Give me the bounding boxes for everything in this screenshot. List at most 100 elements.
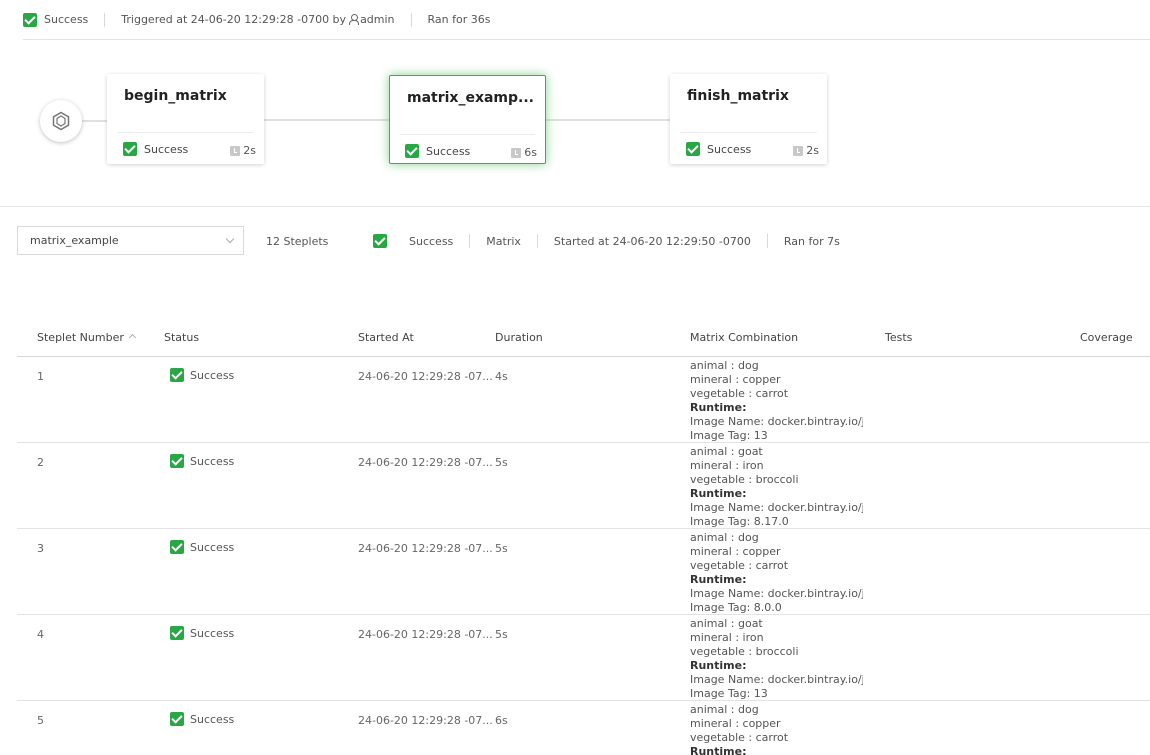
matrix-combination-line: Runtime: bbox=[690, 745, 747, 755]
separator bbox=[766, 234, 768, 248]
table-row[interactable]: 2 Success 24-06-20 12:29:28 -07... 5s animal… bbox=[17, 443, 1150, 529]
steplet-status: Success bbox=[170, 540, 234, 554]
matrix-combination: animal : dog mineral : copper vegetable : … bbox=[690, 531, 863, 614]
node-duration: 2s bbox=[793, 144, 819, 157]
connector-line bbox=[82, 120, 108, 122]
step-summary: Success Matrix Started at 24-06-20 12:29… bbox=[373, 234, 840, 248]
steplet-status-label: Success bbox=[190, 540, 235, 554]
steplet-status-label: Success bbox=[190, 626, 235, 640]
matrix-combination-line: Runtime: bbox=[690, 401, 747, 414]
table-row[interactable]: 4 Success 24-06-20 12:29:28 -07... 5s animal… bbox=[17, 615, 1150, 701]
separator bbox=[410, 12, 412, 27]
steplet-started-at: 24-06-20 12:29:28 -07... bbox=[358, 370, 493, 383]
steplet-duration: 6s bbox=[495, 714, 508, 727]
column-header-coverage[interactable]: Coverage bbox=[1080, 331, 1133, 344]
matrix-combination: animal : dog mineral : copper vegetable : … bbox=[690, 703, 863, 755]
column-header-label: Steplet Number bbox=[37, 331, 124, 344]
table-body: 1 Success 24-06-20 12:29:28 -07... 4s animal… bbox=[17, 357, 1150, 755]
success-check-icon bbox=[170, 454, 184, 468]
matrix-combination-line: mineral : copper bbox=[690, 717, 781, 730]
table-row[interactable]: 3 Success 24-06-20 12:29:28 -07... 5s animal… bbox=[17, 529, 1150, 615]
column-header-status[interactable]: Status bbox=[164, 331, 199, 344]
matrix-combination-line: animal : goat bbox=[690, 617, 763, 630]
table-row[interactable]: 5 Success 24-06-20 12:29:28 -07... 6s animal… bbox=[17, 701, 1150, 755]
matrix-combination: animal : goat mineral : iron vegetable : b… bbox=[690, 445, 863, 528]
step-started: Started at 24-06-20 12:29:50 -0700 bbox=[553, 234, 751, 248]
matrix-combination: animal : goat mineral : iron vegetable : b… bbox=[690, 617, 863, 700]
success-check-icon bbox=[373, 234, 387, 248]
node-duration-value: 2s bbox=[243, 144, 256, 157]
sort-ascending-icon[interactable] bbox=[128, 333, 136, 342]
node-name: matrix_examp... bbox=[407, 90, 534, 106]
user-icon bbox=[349, 14, 360, 25]
node-status-label: Success bbox=[426, 144, 471, 158]
matrix-combination-line: mineral : iron bbox=[690, 459, 764, 472]
matrix-combination-line: animal : dog bbox=[690, 531, 759, 544]
matrix-combination-line: Image Name: docker.bintray.io/jfrog bbox=[690, 501, 863, 514]
steplet-status: Success bbox=[170, 626, 234, 640]
matrix-combination-line: Image Tag: 13 bbox=[690, 687, 768, 700]
pipeline-node-matrix-example[interactable]: matrix_examp... Success 6s bbox=[389, 75, 546, 164]
node-name: finish_matrix bbox=[687, 88, 789, 104]
steplet-status-label: Success bbox=[190, 712, 235, 726]
node-status: Success bbox=[686, 142, 751, 156]
matrix-combination-line: Runtime: bbox=[690, 659, 747, 672]
chevron-down-icon bbox=[225, 234, 235, 244]
hexagon-icon bbox=[52, 111, 70, 131]
node-status-label: Success bbox=[144, 142, 189, 156]
success-check-icon bbox=[686, 142, 700, 156]
node-status: Success bbox=[123, 142, 188, 156]
run-duration: Ran for 36s bbox=[427, 13, 491, 26]
success-check-icon bbox=[405, 144, 419, 158]
steplet-duration: 5s bbox=[495, 456, 508, 469]
column-header-steplet-number[interactable]: Steplet Number bbox=[37, 331, 136, 344]
table-row[interactable]: 1 Success 24-06-20 12:29:28 -07... 4s animal… bbox=[17, 357, 1150, 443]
node-duration-value: 2s bbox=[806, 144, 819, 157]
matrix-combination: animal : dog mineral : copper vegetable : … bbox=[690, 359, 863, 442]
matrix-combination-line: animal : dog bbox=[690, 703, 759, 716]
connector-line bbox=[545, 119, 671, 121]
node-duration: 6s bbox=[511, 146, 537, 159]
step-type: Matrix bbox=[486, 234, 521, 248]
node-duration-value: 6s bbox=[524, 146, 537, 159]
steplet-started-at: 24-06-20 12:29:28 -07... bbox=[358, 714, 493, 727]
steplet-count: 12 Steplets bbox=[266, 235, 329, 248]
step-select-value: matrix_example bbox=[30, 234, 119, 247]
step-info-bar: matrix_example 12 Steplets Success Matri… bbox=[17, 226, 1150, 256]
node-status-label: Success bbox=[707, 142, 752, 156]
steplet-started-at: 24-06-20 12:29:28 -07... bbox=[358, 456, 493, 469]
pipeline-node-finish-matrix[interactable]: finish_matrix Success 2s bbox=[670, 74, 827, 164]
steplet-number: 5 bbox=[37, 714, 44, 727]
step-select[interactable]: matrix_example bbox=[17, 226, 244, 255]
steplet-status: Success bbox=[170, 368, 234, 382]
steplet-status-label: Success bbox=[190, 368, 235, 382]
table-header: Steplet Number Status Started At Duratio… bbox=[17, 320, 1150, 357]
matrix-combination-line: vegetable : carrot bbox=[690, 731, 789, 744]
clock-icon bbox=[230, 145, 241, 156]
column-header-duration[interactable]: Duration bbox=[495, 331, 543, 344]
matrix-combination-line: vegetable : broccoli bbox=[690, 645, 799, 658]
trigger-node[interactable] bbox=[40, 100, 82, 142]
run-trigger-user[interactable]: admin bbox=[360, 13, 394, 26]
steplet-started-at: 24-06-20 12:29:28 -07... bbox=[358, 542, 493, 555]
column-header-started-at[interactable]: Started At bbox=[358, 331, 414, 344]
clock-icon bbox=[511, 147, 522, 158]
matrix-combination-line: Image Name: docker.bintray.io/jfrog bbox=[690, 415, 863, 428]
steplet-number: 3 bbox=[37, 542, 44, 555]
matrix-combination-line: Image Tag: 8.17.0 bbox=[690, 515, 789, 528]
steplet-number: 2 bbox=[37, 456, 44, 469]
step-duration: Ran for 7s bbox=[783, 234, 840, 248]
steplet-started-at: 24-06-20 12:29:28 -07... bbox=[358, 628, 493, 641]
run-triggered-text: Triggered at 24-06-20 12:29:28 -0700 by bbox=[121, 13, 347, 26]
matrix-combination-line: animal : goat bbox=[690, 445, 763, 458]
column-header-tests[interactable]: Tests bbox=[885, 331, 912, 344]
node-status: Success bbox=[405, 144, 470, 158]
divider bbox=[117, 132, 254, 133]
steplet-number: 4 bbox=[37, 628, 44, 641]
pipeline-node-begin-matrix[interactable]: begin_matrix Success 2s bbox=[107, 74, 264, 164]
step-status: Success bbox=[409, 234, 454, 248]
success-check-icon bbox=[23, 12, 37, 27]
matrix-combination-line: mineral : iron bbox=[690, 631, 764, 644]
column-header-matrix-combination[interactable]: Matrix Combination bbox=[690, 331, 798, 344]
steplet-duration: 4s bbox=[495, 370, 508, 383]
